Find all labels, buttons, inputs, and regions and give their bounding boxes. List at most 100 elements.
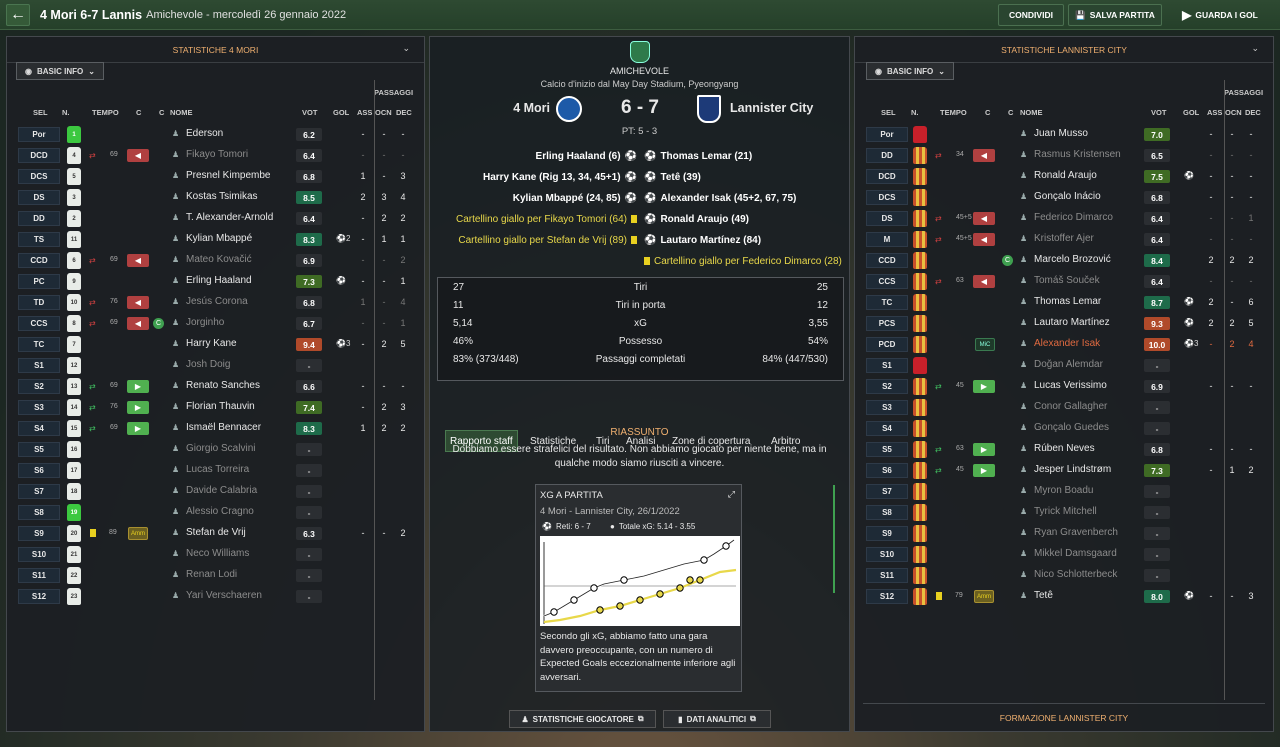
table-row[interactable]: DD ⇄ 34 ◀ ♟ Rasmus Kristensen 6.5 - - - <box>854 145 1274 165</box>
position-badge[interactable]: S9 <box>18 526 60 541</box>
table-row[interactable]: PC 9 ♟ Erling Haaland 7.3 ⚽ - - 1 <box>6 271 425 291</box>
player-name[interactable]: Neco Williams <box>186 548 249 559</box>
position-badge[interactable]: S10 <box>866 547 908 562</box>
player-name[interactable]: Tetê <box>1034 590 1053 601</box>
table-row[interactable]: S1 12 ♟ Josh Doig - <box>6 355 425 375</box>
player-name[interactable]: Davide Calabria <box>186 485 257 496</box>
position-badge[interactable]: S8 <box>866 505 908 520</box>
table-row[interactable]: S7 ♟ Myron Boadu - <box>854 481 1274 501</box>
share-button[interactable]: CONDIVIDI <box>998 4 1064 26</box>
player-name[interactable]: Conor Gallagher <box>1034 401 1107 412</box>
table-row[interactable]: DD 2 ♟ T. Alexander-Arnold 6.4 - 2 2 <box>6 208 425 228</box>
substitute-out-button[interactable]: ◀ <box>973 275 995 288</box>
player-name[interactable]: Giorgio Scalvini <box>186 443 255 454</box>
player-name[interactable]: Marcelo Brozović <box>1034 254 1111 265</box>
position-badge[interactable]: TC <box>18 337 60 352</box>
position-badge[interactable]: PCD <box>866 337 908 352</box>
position-badge[interactable]: S11 <box>18 568 60 583</box>
substitute-out-button[interactable]: ◀ <box>973 149 995 162</box>
table-row[interactable]: DCD 4 ⇄ 69 ◀ ♟ Fikayo Tomori 6.4 - - - <box>6 145 425 165</box>
position-badge[interactable]: CCD <box>866 253 908 268</box>
player-name[interactable]: Ederson <box>186 128 223 139</box>
player-name[interactable]: T. Alexander-Arnold <box>186 212 273 223</box>
basic-info-dropdown[interactable]: ◉ BASIC INFO ⌄ <box>16 62 104 80</box>
position-badge[interactable]: S7 <box>866 484 908 499</box>
substitute-in-button[interactable]: ▶ <box>127 380 149 393</box>
table-row[interactable]: S5 16 ♟ Giorgio Scalvini - <box>6 439 425 459</box>
substitute-out-button[interactable]: ◀ <box>127 254 149 267</box>
table-row[interactable]: DCS ♟ Gonçalo Inácio 6.8 - - - <box>854 187 1274 207</box>
position-badge[interactable]: S7 <box>18 484 60 499</box>
position-badge[interactable]: DCS <box>18 169 60 184</box>
substitute-in-button[interactable]: ▶ <box>973 464 995 477</box>
position-badge[interactable]: DCD <box>18 148 60 163</box>
table-row[interactable]: S3 14 ⇄ 76 ▶ ♟ Florian Thauvin 7.4 - 2 3 <box>6 397 425 417</box>
table-row[interactable]: DCD ♟ Ronald Araujo 7.5 ⚽ - - - <box>854 166 1274 186</box>
player-name[interactable]: Alexander Isak <box>1034 338 1100 349</box>
player-name[interactable]: Ismaël Bennacer <box>186 422 261 433</box>
player-name[interactable]: Presnel Kimpembe <box>186 170 270 181</box>
player-name[interactable]: Gonçalo Guedes <box>1034 422 1109 433</box>
table-row[interactable]: S12 23 ♟ Yari Verschaeren - <box>6 586 425 606</box>
position-badge[interactable]: S5 <box>866 442 908 457</box>
position-badge[interactable]: CCD <box>18 253 60 268</box>
chevron-down-icon[interactable]: ⌄ <box>402 43 410 54</box>
substitute-out-button[interactable]: ◀ <box>127 317 149 330</box>
position-badge[interactable]: S4 <box>866 421 908 436</box>
position-badge[interactable]: S9 <box>866 526 908 541</box>
table-row[interactable]: Por ♟ Juan Musso 7.0 - - - <box>854 124 1274 144</box>
table-row[interactable]: M ⇄ 45+5 ◀ ♟ Kristoffer Ajer 6.4 - - - <box>854 229 1274 249</box>
player-name[interactable]: Fikayo Tomori <box>186 149 248 160</box>
table-row[interactable]: S11 ♟ Nico Schlotterbeck - <box>854 565 1274 585</box>
position-badge[interactable]: S3 <box>866 400 908 415</box>
table-row[interactable]: S7 18 ♟ Davide Calabria - <box>6 481 425 501</box>
position-badge[interactable]: TS <box>18 232 60 247</box>
table-row[interactable]: S6 ⇄ 45 ▶ ♟ Jesper Lindstrøm 7.3 - 1 2 <box>854 460 1274 480</box>
position-badge[interactable]: DCS <box>866 190 908 205</box>
player-name[interactable]: Ryan Gravenberch <box>1034 527 1118 538</box>
home-stats-header[interactable]: STATISTICHE 4 MORI ⌄ <box>7 37 424 63</box>
player-name[interactable]: Renato Sanches <box>186 380 260 391</box>
table-row[interactable]: S9 ♟ Ryan Gravenberch - <box>854 523 1274 543</box>
position-badge[interactable]: PCS <box>866 316 908 331</box>
player-name[interactable]: Myron Boadu <box>1034 485 1093 496</box>
table-row[interactable]: S9 20 89 Amm ♟ Stefan de Vrij 6.3 - - 2 <box>6 523 425 543</box>
position-badge[interactable]: M <box>866 232 908 247</box>
table-row[interactable]: S5 ⇄ 63 ▶ ♟ Rúben Neves 6.8 - - - <box>854 439 1274 459</box>
table-row[interactable]: S4 15 ⇄ 69 ▶ ♟ Ismaël Bennacer 8.3 1 2 2 <box>6 418 425 438</box>
table-row[interactable]: S6 17 ♟ Lucas Torreira - <box>6 460 425 480</box>
player-name[interactable]: Erling Haaland <box>186 275 252 286</box>
player-name[interactable]: Harry Kane <box>186 338 237 349</box>
table-row[interactable]: S3 ♟ Conor Gallagher - <box>854 397 1274 417</box>
save-match-button[interactable]: 💾 SALVA PARTITA <box>1068 4 1162 26</box>
substitute-in-button[interactable]: ▶ <box>127 401 149 414</box>
position-badge[interactable]: S12 <box>866 589 908 604</box>
player-name[interactable]: Mateo Kovačić <box>186 254 252 265</box>
away-lineup-footer[interactable]: FORMAZIONE LANNISTER CITY <box>863 703 1265 731</box>
table-row[interactable]: CCS 8 ⇄ 69 ◀ C ♟ Jorginho 6.7 - - 1 <box>6 313 425 333</box>
position-badge[interactable]: Por <box>18 127 60 142</box>
substitute-out-button[interactable]: ◀ <box>973 233 995 246</box>
table-row[interactable]: S11 22 ♟ Renan Lodi - <box>6 565 425 585</box>
position-badge[interactable]: DD <box>866 148 908 163</box>
position-badge[interactable]: Por <box>866 127 908 142</box>
position-badge[interactable]: DS <box>866 211 908 226</box>
table-row[interactable]: S12 79 Amm ♟ Tetê 8.0 ⚽ - - 3 <box>854 586 1274 606</box>
player-name[interactable]: Ronald Araujo <box>1034 170 1097 181</box>
player-name[interactable]: Kostas Tsimikas <box>186 191 258 202</box>
player-name[interactable]: Mikkel Damsgaard <box>1034 548 1117 559</box>
position-badge[interactable]: DD <box>18 211 60 226</box>
away-stats-header[interactable]: STATISTICHE LANNISTER CITY ⌄ <box>855 37 1273 63</box>
player-name[interactable]: Jesús Corona <box>186 296 248 307</box>
player-name[interactable]: Kristoffer Ajer <box>1034 233 1094 244</box>
table-row[interactable]: TC ♟ Thomas Lemar 8.7 ⚽ 2 - 6 <box>854 292 1274 312</box>
player-name[interactable]: Yari Verschaeren <box>186 590 262 601</box>
table-row[interactable]: S4 ♟ Gonçalo Guedes - <box>854 418 1274 438</box>
position-badge[interactable]: S5 <box>18 442 60 457</box>
table-row[interactable]: PCS ♟ Lautaro Martínez 9.3 ⚽ 2 2 5 <box>854 313 1274 333</box>
player-name[interactable]: Thomas Lemar <box>1034 296 1101 307</box>
table-row[interactable]: Por 1 ♟ Ederson 6.2 - - - <box>6 124 425 144</box>
table-row[interactable]: CCS ⇄ 63 ◀ ♟ Tomáš Souček 6.4 - - - <box>854 271 1274 291</box>
position-badge[interactable]: CCS <box>866 274 908 289</box>
watch-goals-button[interactable]: ▶ GUARDA I GOL <box>1166 4 1274 26</box>
